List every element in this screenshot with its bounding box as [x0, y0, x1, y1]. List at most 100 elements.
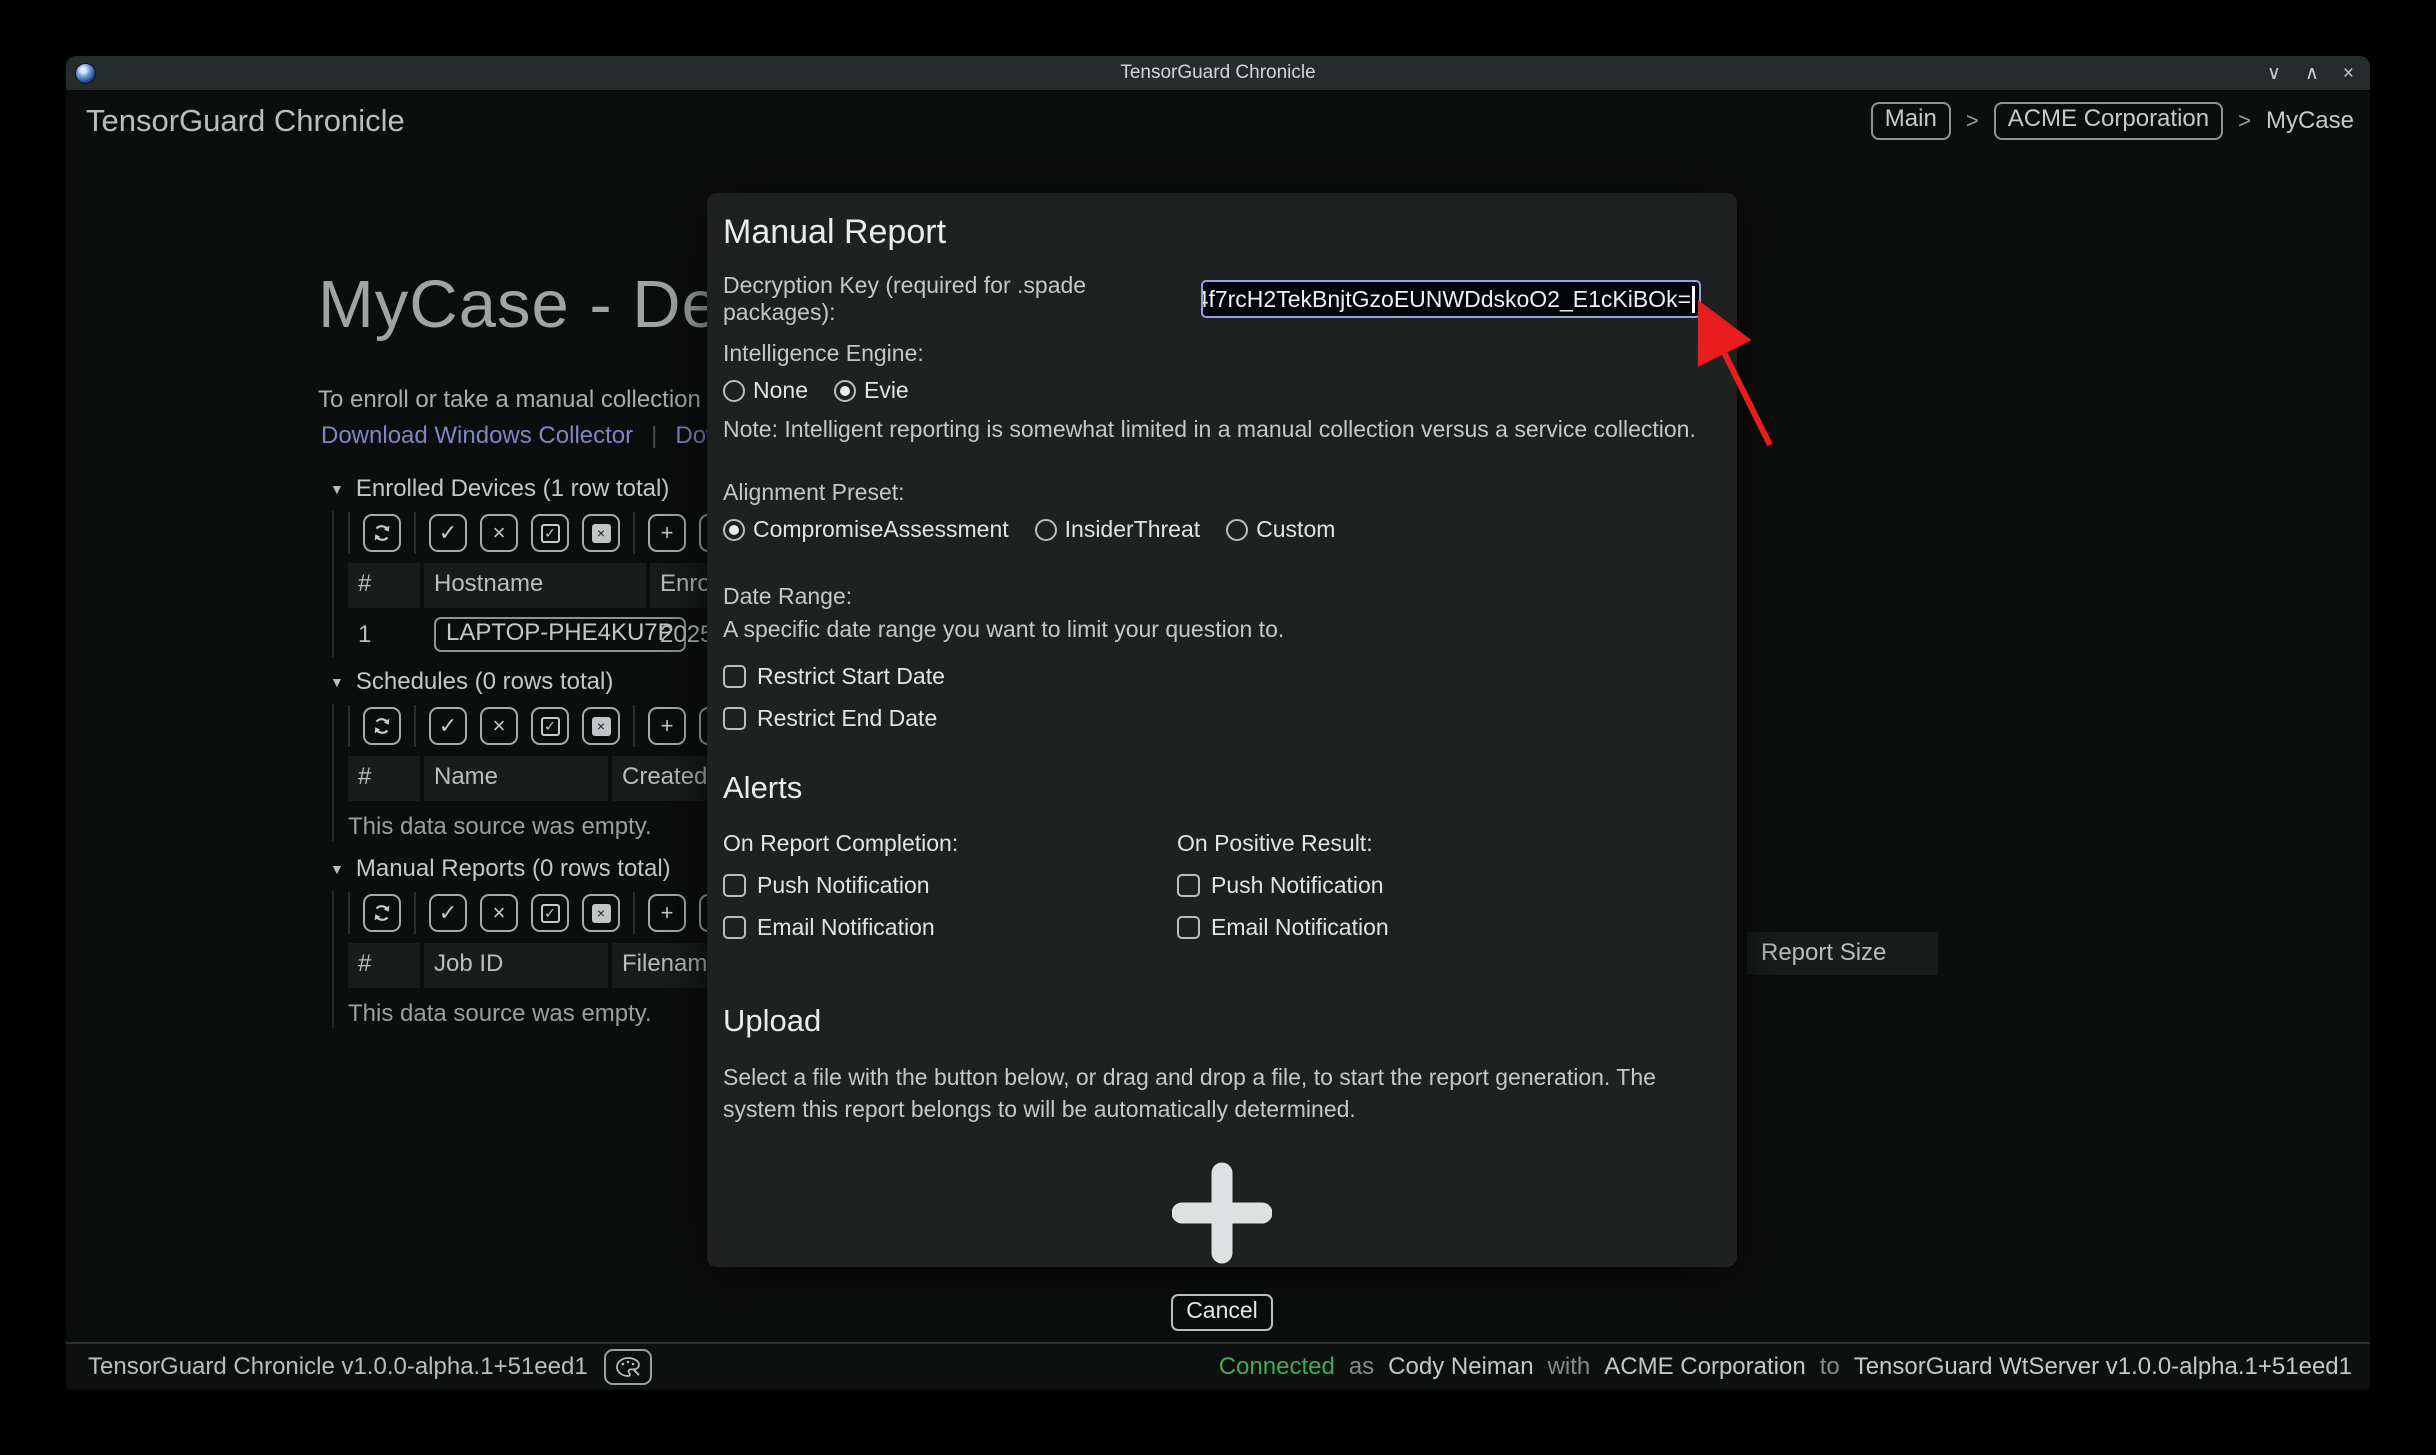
with-word: with — [1548, 1353, 1591, 1381]
upload-dropzone[interactable] — [723, 1161, 1721, 1270]
deselect-all-button[interactable]: × — [582, 894, 620, 932]
accept-button[interactable]: ✓ — [429, 894, 467, 932]
checkbox-icon — [723, 707, 746, 730]
date-range-label: Date Range: — [723, 583, 1721, 610]
checkbox-label: Push Notification — [757, 872, 930, 899]
connection-info: Connected as Cody Neiman with ACME Corpo… — [1219, 1353, 2352, 1381]
breadcrumb-main[interactable]: Main — [1871, 102, 1951, 140]
upload-description: Select a file with the button below, or … — [723, 1061, 1713, 1125]
refresh-icon — [371, 715, 393, 737]
app-header: TensorGuard Chronicle Main > ACME Corpor… — [66, 90, 2370, 140]
select-all-button[interactable]: ✓ — [531, 514, 569, 552]
toolbar-separator — [414, 512, 416, 554]
checkbox-restrict-start-date[interactable]: Restrict Start Date — [723, 663, 1721, 690]
upload-plus-icon[interactable] — [1172, 1161, 1272, 1265]
boxed-cross-icon: × — [592, 524, 611, 543]
minimize-button[interactable]: ∨ — [2267, 64, 2281, 83]
check-icon: ✓ — [439, 902, 457, 924]
plus-icon: + — [661, 902, 674, 924]
radio-engine-none[interactable]: None — [723, 377, 808, 404]
alerts-grid: On Report Completion: Push Notification … — [723, 830, 1721, 941]
cancel-button[interactable]: Cancel — [1171, 1294, 1273, 1331]
reject-button[interactable]: × — [480, 894, 518, 932]
deselect-all-button[interactable]: × — [582, 707, 620, 745]
reject-button[interactable]: × — [480, 514, 518, 552]
toolbar-separator — [414, 892, 416, 934]
boxed-cross-icon: × — [592, 904, 611, 923]
add-button[interactable]: + — [648, 707, 686, 745]
deselect-all-button[interactable]: × — [582, 514, 620, 552]
accept-button[interactable]: ✓ — [429, 514, 467, 552]
cross-icon: × — [493, 522, 506, 544]
radio-custom[interactable]: Custom — [1226, 516, 1335, 543]
hostname-chip[interactable]: LAPTOP-PHE4KU7P — [434, 617, 686, 652]
radio-compromise-assessment[interactable]: CompromiseAssessment — [723, 516, 1009, 543]
add-button[interactable]: + — [648, 894, 686, 932]
checkbox-icon — [723, 874, 746, 897]
user-name: Cody Neiman — [1388, 1353, 1533, 1381]
checkbox-label: Email Notification — [757, 914, 935, 941]
toolbar-separator — [633, 705, 635, 747]
window-controls: ∨ ∧ × — [2267, 56, 2354, 90]
checkbox-completion-email[interactable]: Email Notification — [723, 914, 1177, 941]
page-title: MyCase - Dev — [318, 266, 754, 343]
decryption-key-value: no4f7rcH2TekBnjtGzoEUNWDdskoO2_E1cKiBOk= — [1201, 286, 1691, 313]
checkbox-restrict-end-date[interactable]: Restrict End Date — [723, 705, 1721, 732]
column-header: Job ID — [424, 943, 608, 988]
collapse-icon: ▼ — [330, 674, 344, 690]
window-title: TensorGuard Chronicle — [66, 62, 2370, 84]
decryption-key-input[interactable]: no4f7rcH2TekBnjtGzoEUNWDdskoO2_E1cKiBOk= — [1201, 280, 1701, 318]
collapse-icon: ▼ — [330, 861, 344, 877]
toolbar-separator — [348, 705, 350, 747]
toolbar-separator — [348, 892, 350, 934]
cancel-row: Cancel — [723, 1294, 1721, 1331]
decryption-key-label: Decryption Key (required for .spade pack… — [723, 272, 1201, 326]
server-version: TensorGuard WtServer v1.0.0-alpha.1+51ee… — [1854, 1353, 2352, 1381]
radio-label: Evie — [864, 377, 909, 404]
radio-engine-evie[interactable]: Evie — [834, 377, 909, 404]
checkbox-completion-push[interactable]: Push Notification — [723, 872, 1177, 899]
refresh-button[interactable] — [363, 894, 401, 932]
radio-insider-threat[interactable]: InsiderThreat — [1035, 516, 1201, 543]
column-header: # — [348, 563, 420, 608]
refresh-button[interactable] — [363, 707, 401, 745]
reject-button[interactable]: × — [480, 707, 518, 745]
boxed-check-icon: ✓ — [541, 717, 560, 736]
refresh-button[interactable] — [363, 514, 401, 552]
alerts-column-label: On Report Completion: — [723, 830, 1177, 857]
column-header-report-size: Report Size — [1747, 932, 1938, 975]
checkbox-positive-push[interactable]: Push Notification — [1177, 872, 1721, 899]
radio-icon — [723, 380, 745, 402]
radio-label: Custom — [1256, 516, 1335, 543]
theme-toggle-button[interactable] — [604, 1349, 652, 1385]
cross-icon: × — [493, 715, 506, 737]
intelligence-engine-options: None Evie — [723, 377, 1721, 404]
maximize-button[interactable]: ∧ — [2305, 64, 2319, 83]
toolbar-separator — [414, 705, 416, 747]
annotation-arrow — [1666, 286, 1786, 461]
add-button[interactable]: + — [648, 514, 686, 552]
date-range-description: A specific date range you want to limit … — [723, 616, 1721, 643]
as-word: as — [1349, 1353, 1374, 1381]
breadcrumb-org[interactable]: ACME Corporation — [1994, 102, 2223, 140]
close-button[interactable]: × — [2343, 64, 2354, 83]
section-title: Manual Reports (0 rows total) — [356, 855, 671, 883]
accept-button[interactable]: ✓ — [429, 707, 467, 745]
checkbox-label: Restrict Start Date — [757, 663, 945, 690]
breadcrumb-separator: > — [2238, 108, 2251, 134]
org-name: ACME Corporation — [1604, 1353, 1805, 1381]
breadcrumb: Main > ACME Corporation > MyCase — [1871, 102, 2354, 140]
checkbox-icon — [723, 916, 746, 939]
select-all-button[interactable]: ✓ — [531, 707, 569, 745]
app-version-text: TensorGuard Chronicle v1.0.0-alpha.1+51e… — [88, 1353, 588, 1381]
select-all-button[interactable]: ✓ — [531, 894, 569, 932]
column-header: Hostname — [424, 563, 646, 608]
toolbar-separator — [633, 512, 635, 554]
check-icon: ✓ — [439, 522, 457, 544]
checkbox-positive-email[interactable]: Email Notification — [1177, 914, 1721, 941]
alerts-column-label: On Positive Result: — [1177, 830, 1721, 857]
alignment-preset-options: CompromiseAssessment InsiderThreat Custo… — [723, 516, 1721, 543]
statusbar: TensorGuard Chronicle v1.0.0-alpha.1+51e… — [66, 1342, 2370, 1390]
breadcrumb-separator: > — [1966, 108, 1979, 134]
download-windows-collector-link[interactable]: Download Windows Collector — [321, 422, 633, 450]
